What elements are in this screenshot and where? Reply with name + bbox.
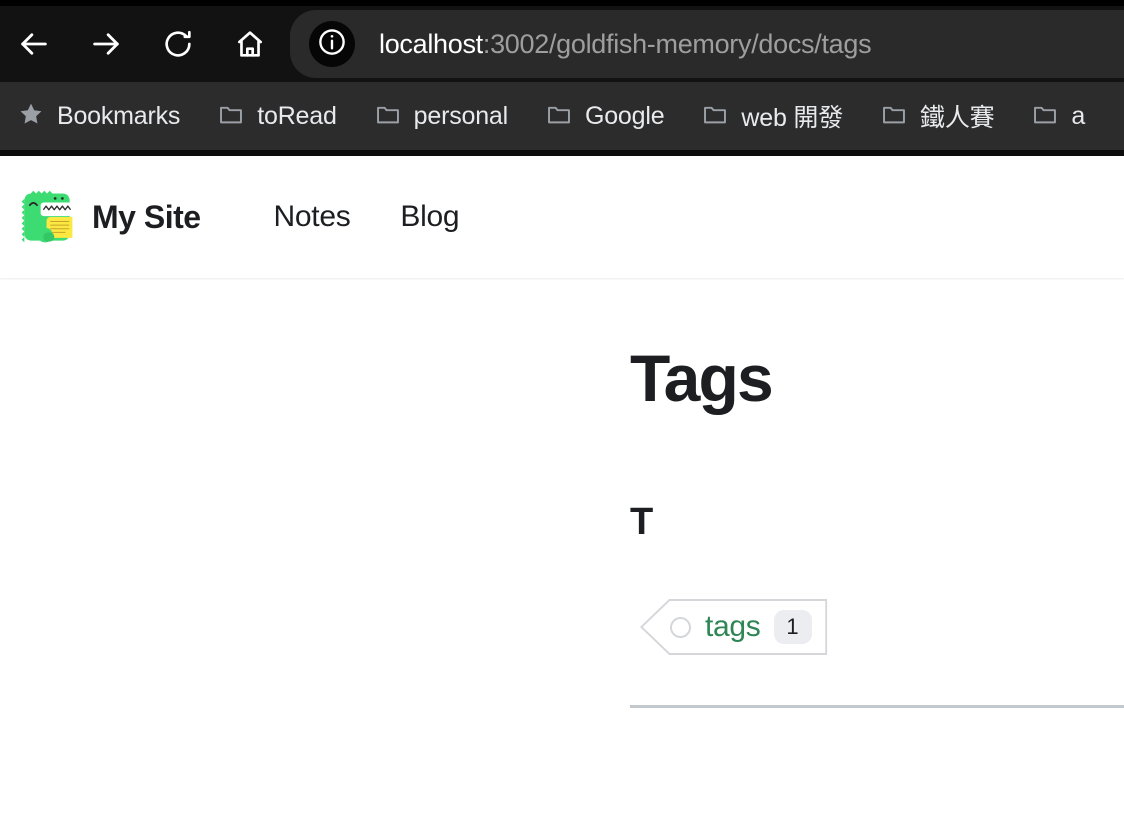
folder-icon bbox=[881, 101, 907, 132]
crocodile-notepad-logo bbox=[18, 188, 76, 246]
bookmark-item-google[interactable]: Google bbox=[528, 95, 684, 138]
bookmark-item-web-dev[interactable]: web 開發 bbox=[684, 92, 863, 140]
nav-link-blog[interactable]: Blog bbox=[375, 200, 484, 234]
bookmark-label: toRead bbox=[257, 101, 337, 130]
site-navbar-links: Notes Blog bbox=[249, 200, 485, 234]
page-body: Tags T tags 1 bbox=[0, 278, 1124, 716]
bookmark-item-ironman[interactable]: 鐵人賽 bbox=[863, 92, 1014, 140]
site-title: My Site bbox=[92, 198, 201, 235]
browser-chrome: localhost:3002/goldfish-memory/docs/tags… bbox=[0, 0, 1124, 156]
bookmark-item-a[interactable]: a bbox=[1014, 95, 1105, 138]
nav-link-notes[interactable]: Notes bbox=[249, 200, 376, 234]
tag-item-tags[interactable]: tags 1 bbox=[640, 599, 828, 656]
bookmark-label: Google bbox=[584, 101, 665, 130]
star-icon bbox=[18, 101, 44, 132]
tag-label: tags bbox=[705, 610, 761, 644]
tag-hole-icon bbox=[670, 616, 691, 638]
bookmark-item-toread[interactable]: toRead bbox=[200, 95, 356, 138]
bookmark-label: 鐵人賽 bbox=[920, 104, 995, 132]
tags-section-divider bbox=[630, 705, 1124, 709]
folder-icon bbox=[375, 101, 401, 132]
letter-group-heading: T bbox=[630, 501, 653, 544]
address-bar-url[interactable]: localhost:3002/goldfish-memory/docs/tags bbox=[379, 28, 872, 60]
reload-icon bbox=[162, 28, 194, 60]
address-bar[interactable]: localhost:3002/goldfish-memory/docs/tags bbox=[290, 10, 1124, 78]
tag-list: tags 1 bbox=[630, 599, 1124, 656]
arrow-right-icon bbox=[89, 27, 123, 61]
folder-icon bbox=[546, 101, 572, 132]
browser-nav-buttons bbox=[0, 6, 276, 82]
site-info-button[interactable] bbox=[309, 21, 355, 67]
page-viewport: My Site Notes Blog Tags T tags 1 bbox=[0, 156, 1124, 822]
home-icon bbox=[234, 28, 266, 60]
tag-count-badge: 1 bbox=[773, 610, 812, 645]
tags-main-content: Tags T tags 1 bbox=[630, 278, 1124, 716]
folder-icon bbox=[218, 101, 244, 132]
home-button[interactable] bbox=[224, 18, 276, 70]
folder-icon bbox=[1032, 101, 1058, 132]
folder-icon bbox=[702, 101, 728, 132]
arrow-left-icon bbox=[17, 27, 51, 61]
url-path: :3002/goldfish-memory/docs/tags bbox=[482, 28, 872, 59]
bookmark-label: web 開發 bbox=[741, 104, 844, 132]
back-button[interactable] bbox=[8, 18, 60, 70]
bookmark-label: personal bbox=[413, 101, 509, 130]
forward-button[interactable] bbox=[80, 18, 132, 70]
info-circle-icon bbox=[317, 27, 347, 62]
bookmark-item-personal[interactable]: personal bbox=[357, 95, 528, 138]
doc-sidebar-spacer bbox=[0, 278, 630, 716]
url-host: localhost bbox=[379, 28, 483, 59]
bookmarks-bar: Bookmarks toRead personal Google web 開發 … bbox=[0, 82, 1124, 150]
bookmark-label: Bookmarks bbox=[57, 101, 181, 130]
site-navbar: My Site Notes Blog bbox=[0, 156, 1124, 278]
site-brand-link[interactable]: My Site bbox=[18, 188, 201, 246]
bookmark-label: a bbox=[1071, 101, 1086, 130]
bookmark-item-bookmarks[interactable]: Bookmarks bbox=[0, 95, 200, 138]
letter-group-T: T tags 1 bbox=[630, 501, 1124, 709]
reload-button[interactable] bbox=[152, 18, 204, 70]
page-title: Tags bbox=[630, 341, 774, 415]
